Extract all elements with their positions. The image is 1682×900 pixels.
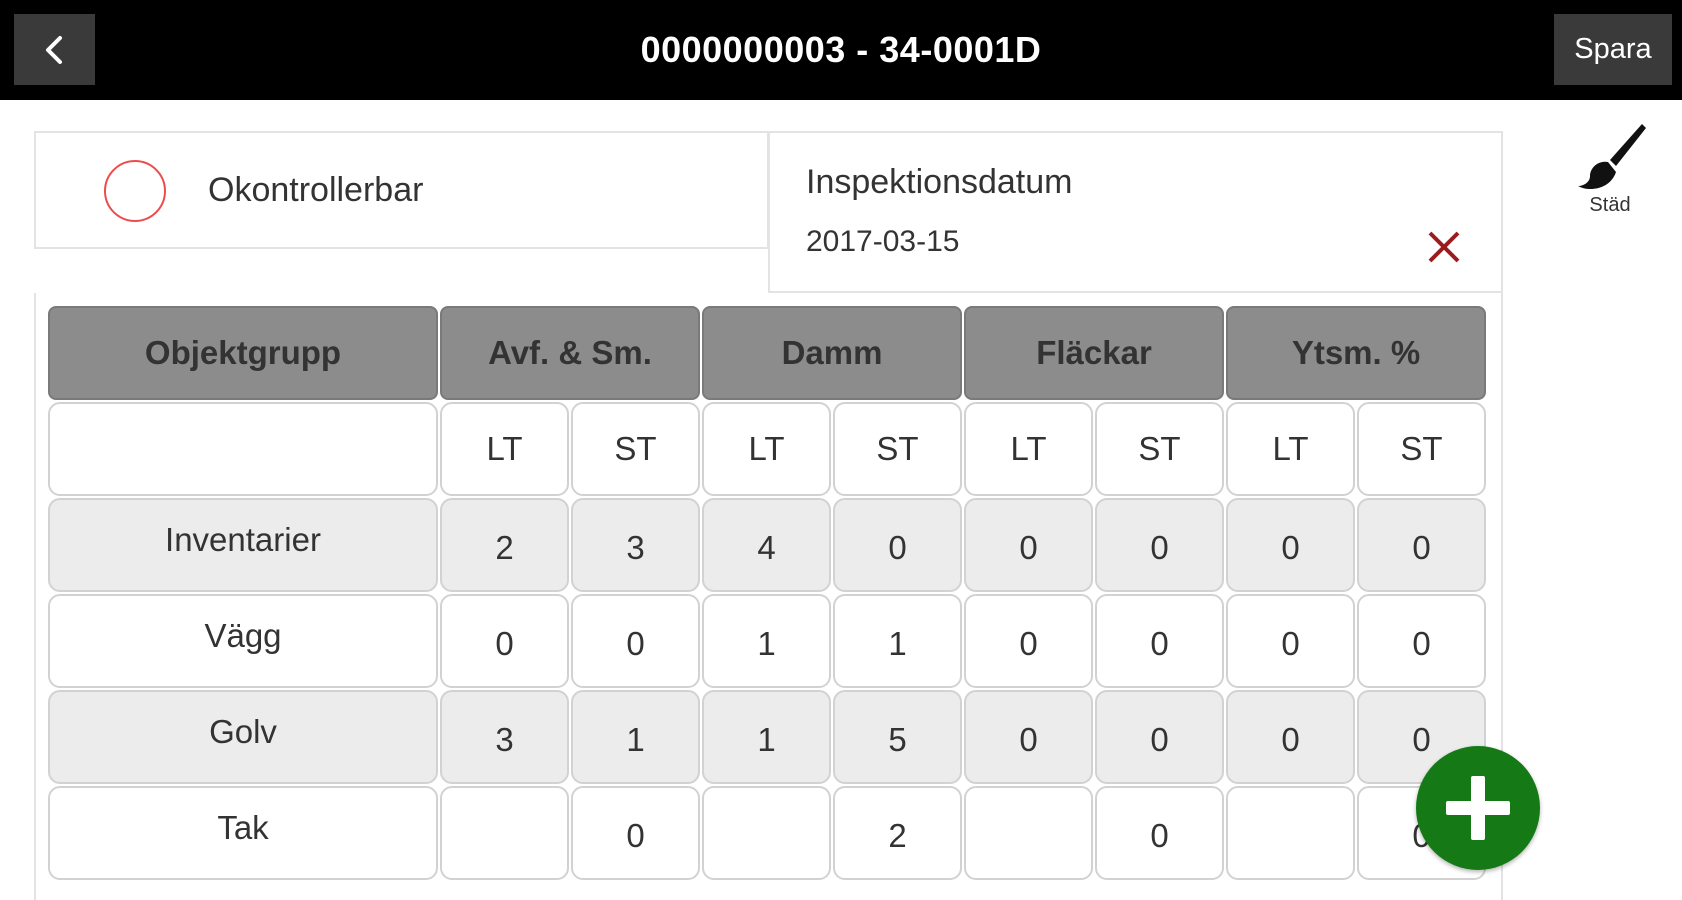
status-panel[interactable]: Okontrollerbar: [34, 131, 769, 249]
value-cell[interactable]: 5: [833, 690, 962, 784]
add-button[interactable]: [1416, 746, 1540, 870]
subheader-cell: ST: [833, 402, 962, 496]
value-cell[interactable]: 2: [440, 498, 569, 592]
value-cell[interactable]: 1: [702, 690, 831, 784]
value-cell[interactable]: 0: [1095, 690, 1224, 784]
value-cell[interactable]: 1: [702, 594, 831, 688]
subheader-empty: [48, 402, 438, 496]
clean-tool-button[interactable]: Städ: [1560, 120, 1660, 230]
inspection-date-panel[interactable]: Inspektionsdatum 2017-03-15: [768, 131, 1503, 293]
status-label: Okontrollerbar: [208, 171, 424, 209]
value-cell[interactable]: [1226, 786, 1355, 880]
row-name-cell: Inventarier: [48, 498, 438, 592]
subheader-cell: ST: [1095, 402, 1224, 496]
status-radio-circle[interactable]: [104, 160, 166, 222]
chevron-left-icon: [45, 35, 62, 64]
value-cell[interactable]: 0: [964, 690, 1093, 784]
subheader-cell: LT: [964, 402, 1093, 496]
inspection-date-value[interactable]: 2017-03-15: [806, 225, 959, 259]
top-bar: 0000000003 - 34-0001D Spara: [0, 0, 1682, 100]
column-header-damm: Damm: [702, 306, 962, 400]
value-cell[interactable]: 0: [1357, 594, 1486, 688]
value-cell[interactable]: 0: [964, 498, 1093, 592]
row-name-cell: Golv: [48, 690, 438, 784]
value-cell[interactable]: 0: [571, 786, 700, 880]
subheader-cell: ST: [571, 402, 700, 496]
subheader-cell: LT: [702, 402, 831, 496]
paintbrush-icon: [1578, 124, 1646, 190]
inspection-table: Objektgrupp Avf. & Sm. Damm Fläckar Ytsm…: [48, 306, 1486, 880]
value-cell[interactable]: 0: [1226, 690, 1355, 784]
column-header-avf: Avf. & Sm.: [440, 306, 700, 400]
value-cell[interactable]: 0: [1095, 594, 1224, 688]
value-cell[interactable]: 1: [571, 690, 700, 784]
subheader-cell: ST: [1357, 402, 1486, 496]
value-cell[interactable]: [702, 786, 831, 880]
value-cell[interactable]: 3: [440, 690, 569, 784]
subheader-cell: LT: [440, 402, 569, 496]
value-cell[interactable]: 0: [440, 594, 569, 688]
close-icon: [1428, 231, 1460, 263]
value-cell[interactable]: [964, 786, 1093, 880]
column-header-objektgrupp: Objektgrupp: [48, 306, 438, 400]
row-name-cell: Tak: [48, 786, 438, 880]
value-cell[interactable]: 0: [1095, 498, 1224, 592]
plus-icon: [1446, 776, 1510, 840]
page-title: 0000000003 - 34-0001D: [640, 29, 1042, 70]
value-cell[interactable]: 1: [833, 594, 962, 688]
value-cell[interactable]: 0: [964, 594, 1093, 688]
value-cell[interactable]: [440, 786, 569, 880]
column-header-ytsm: Ytsm. %: [1226, 306, 1486, 400]
row-name-cell: Vägg: [48, 594, 438, 688]
clear-date-button[interactable]: [1420, 223, 1468, 271]
inspection-date-label: Inspektionsdatum: [806, 163, 1073, 201]
value-cell[interactable]: 3: [571, 498, 700, 592]
column-header-flackar: Fläckar: [964, 306, 1224, 400]
value-cell[interactable]: 0: [833, 498, 962, 592]
value-cell[interactable]: 2: [833, 786, 962, 880]
value-cell[interactable]: 0: [1226, 498, 1355, 592]
back-button[interactable]: [14, 14, 95, 85]
value-cell[interactable]: 0: [571, 594, 700, 688]
clean-tool-label: Städ: [1589, 194, 1631, 216]
save-button[interactable]: Spara: [1554, 14, 1672, 85]
value-cell[interactable]: 0: [1095, 786, 1224, 880]
value-cell[interactable]: 0: [1357, 498, 1486, 592]
value-cell[interactable]: 4: [702, 498, 831, 592]
value-cell[interactable]: 0: [1226, 594, 1355, 688]
subheader-cell: LT: [1226, 402, 1355, 496]
